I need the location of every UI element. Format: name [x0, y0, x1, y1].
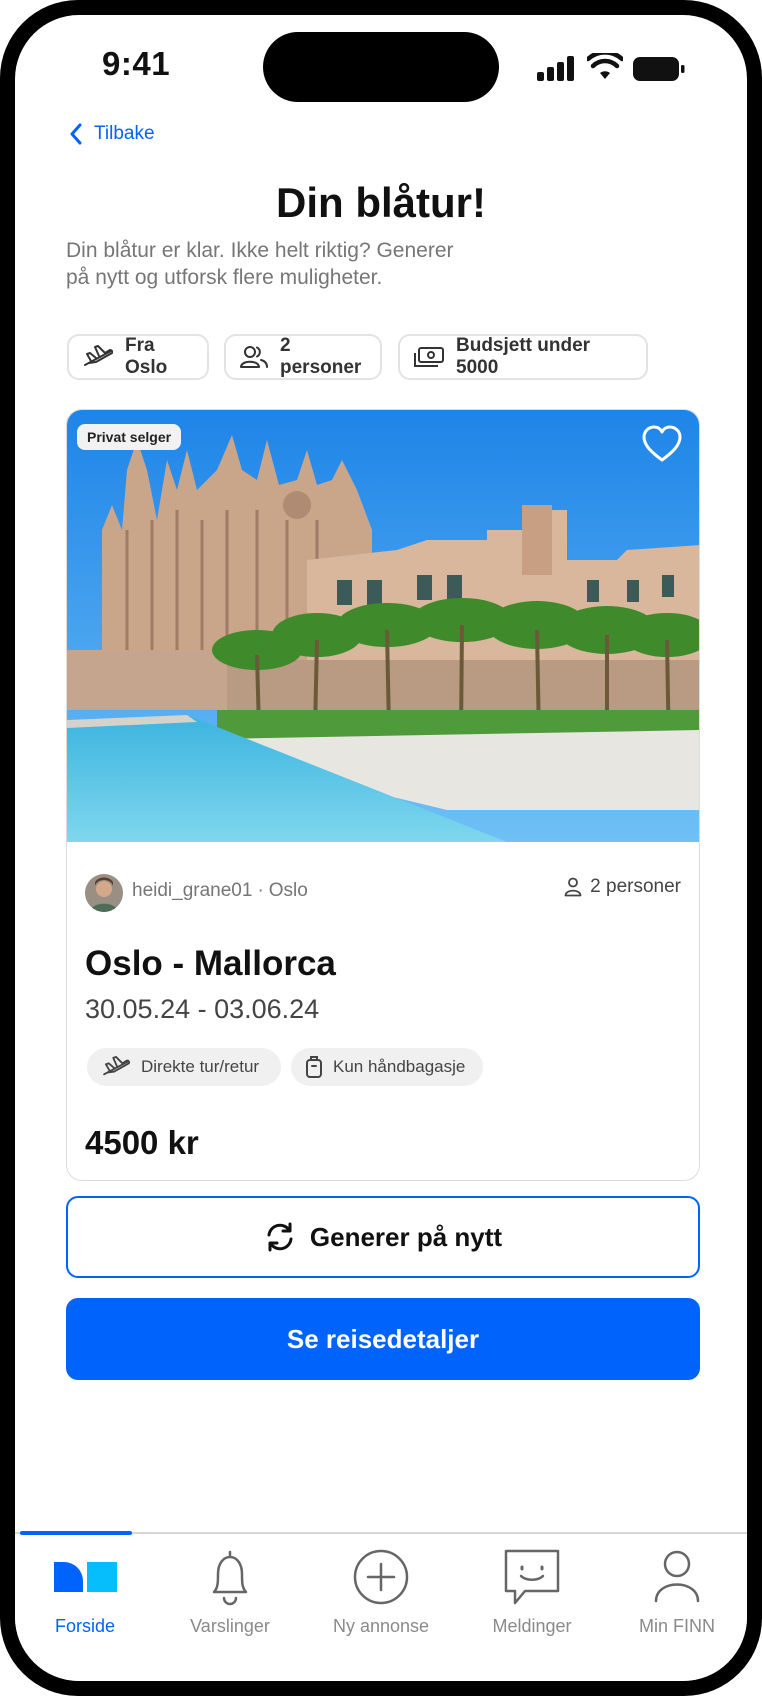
page-subtitle: Din blåtur er klar. Ikke helt riktig? Ge… [66, 237, 506, 291]
phone-frame: 9:41 Tilbake Din blåtur! Din blåtur er k… [0, 0, 762, 1696]
finn-logo-icon [54, 1562, 117, 1592]
chevron-left-icon [70, 123, 82, 145]
price: 4500 kr [85, 1124, 199, 1161]
subtitle-line-1: Din blåtur er klar. Ikke helt riktig? Ge… [66, 239, 454, 262]
trip-card[interactable]: Privat selger heidi_grane01 · Oslo 2 per… [66, 409, 700, 1181]
favorite-heart-icon[interactable] [641, 424, 683, 466]
wifi-icon [587, 53, 623, 79]
avatar [85, 874, 123, 912]
persons-info: 2 personer [564, 876, 681, 898]
signal-icon [537, 55, 577, 81]
page-title: Din blåtur! [276, 179, 486, 226]
filter-chip-budget[interactable]: Budsjett under 5000 [398, 334, 648, 380]
status-time: 9:41 [102, 45, 171, 82]
seller-city: Oslo [268, 880, 308, 901]
tag-direct-flight: Direkte tur/retur [87, 1048, 281, 1086]
route-title: Oslo - Mallorca [85, 944, 336, 983]
dynamic-island [263, 32, 499, 102]
tab-label: Ny annonse [332, 1616, 430, 1636]
seller-name: heidi_grane01 [132, 880, 253, 901]
bell-icon [212, 1550, 248, 1606]
screen: 9:41 Tilbake Din blåtur! Din blåtur er k… [15, 15, 747, 1681]
tab-label: Meldinger [492, 1616, 572, 1636]
tab-meldinger[interactable]: Meldinger [462, 1534, 602, 1654]
tab-varslinger[interactable]: Varslinger [160, 1534, 300, 1654]
filter-chip-label: Budsjett under 5000 [456, 335, 591, 378]
filter-chip-label: 2 personer [280, 335, 362, 378]
filter-chip-persons[interactable]: 2 personer [224, 334, 382, 380]
regenerate-label: Generer på nytt [309, 1221, 503, 1252]
subtitle-line-2: på nytt og utforsk flere muligheter. [66, 266, 383, 289]
tag-label: Direkte tur/retur [141, 1057, 260, 1076]
back-label: Tilbake [94, 123, 155, 144]
battery-icon [633, 57, 685, 81]
chat-icon [504, 1549, 560, 1605]
plane-icon [84, 345, 113, 366]
tab-label: Forside [54, 1616, 116, 1636]
see-details-label: Se reisedetaljer [286, 1323, 480, 1354]
tab-label: Varslinger [190, 1616, 270, 1636]
plus-circle-icon [353, 1549, 409, 1605]
filter-chip-from[interactable]: Fra Oslo [67, 334, 209, 380]
money-icon [414, 347, 444, 367]
luggage-icon [306, 1056, 322, 1078]
tag-hand-luggage: Kun håndbagasje [291, 1048, 483, 1086]
persons-label: 2 personer [590, 876, 681, 897]
tab-bar: Forside Varslinger Ny annonse Meldinger … [15, 1531, 747, 1681]
person-icon [654, 1550, 700, 1603]
filter-chip-label: Fra Oslo [125, 335, 168, 378]
back-button[interactable]: Tilbake [68, 119, 155, 149]
person-icon [564, 877, 582, 897]
see-details-button[interactable]: Se reisedetaljer [66, 1298, 700, 1380]
seller-info: heidi_grane01 · Oslo [132, 880, 308, 902]
refresh-icon [267, 1222, 293, 1252]
tab-ny-annonse[interactable]: Ny annonse [311, 1534, 451, 1654]
trip-dates: 30.05.24 - 03.06.24 [85, 994, 320, 1024]
tab-min-finn[interactable]: Min FINN [607, 1534, 747, 1654]
seller-separator: · [257, 880, 264, 901]
tab-label: Min FINN [639, 1616, 715, 1636]
people-icon [240, 346, 268, 368]
plane-icon [103, 1056, 130, 1076]
tag-label: Kun håndbagasje [333, 1057, 466, 1076]
private-seller-badge: Privat selger [77, 424, 182, 450]
tab-forside[interactable]: Forside [15, 1531, 155, 1654]
regenerate-button[interactable]: Generer på nytt [66, 1196, 700, 1278]
trip-photo [67, 410, 699, 842]
active-tab-indicator [20, 1531, 132, 1535]
